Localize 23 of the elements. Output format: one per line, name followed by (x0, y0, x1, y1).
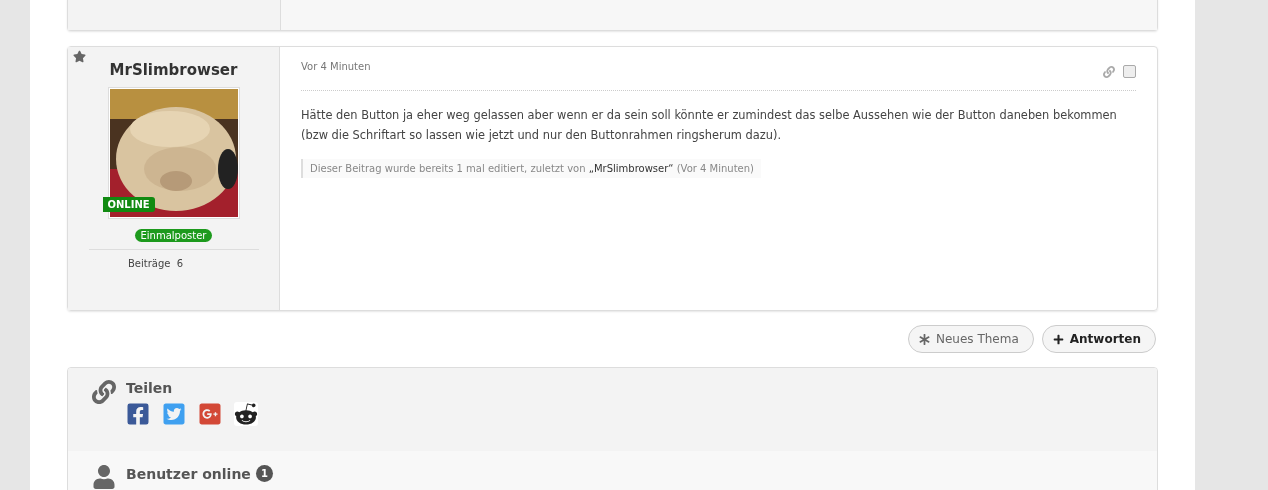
new-topic-button[interactable]: Neues Thema (908, 325, 1034, 353)
rank-badge: Einmalposter (134, 229, 213, 242)
section-title: Teilen (126, 380, 174, 396)
facebook-icon[interactable] (126, 402, 150, 426)
asterisk-icon (919, 333, 930, 345)
user-link[interactable]: „MrSlimbrowser“ (588, 163, 674, 174)
edit-note: Dieser Beitrag wurde bereits 1 mal editiert, zuletzt von „MrSlimbrowser“ (Vor 4 Minuten) (301, 159, 761, 178)
google-plus-icon[interactable] (198, 402, 222, 426)
reply-button[interactable]: Antworten (1041, 325, 1156, 353)
post-text: Hätte den Button ja eher weg gelassen aber wenn er da sein soll könnte er zumindest das selbe Aussehen wie der Button daneben bekommen (bzw die Schriftart so lassen wie jetzt und nur den Buttonrahmen ringsherum dazu). (301, 107, 1118, 144)
twitter-icon[interactable] (162, 402, 186, 426)
link-icon (92, 380, 116, 404)
post-time: Vor 4 Minuten (301, 61, 371, 72)
select-checkbox[interactable] (1123, 65, 1136, 78)
online-badge: ONLINE (102, 197, 155, 212)
count-badge: 1 (255, 465, 273, 482)
user-icon (92, 465, 116, 489)
plus-icon (1052, 333, 1064, 345)
author-name[interactable]: MrSlimbrowser (109, 61, 238, 79)
reddit-icon[interactable] (234, 402, 258, 426)
post-count: Beiträge 6 (128, 258, 184, 269)
section-title: Benutzer online (126, 465, 251, 482)
link-icon[interactable] (1103, 65, 1115, 78)
